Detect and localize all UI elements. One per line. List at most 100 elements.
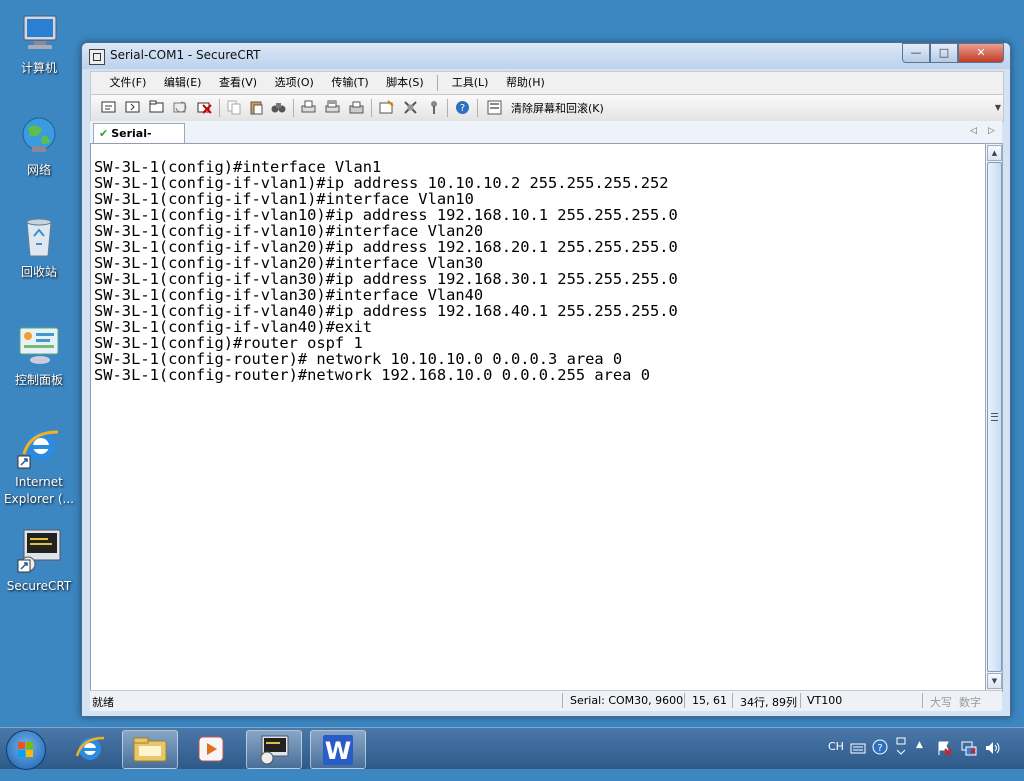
- disconnect-icon[interactable]: [197, 100, 212, 115]
- ime-settings-icon[interactable]: [894, 736, 908, 760]
- tray-language[interactable]: CH: [828, 740, 844, 781]
- clear-screen-icon[interactable]: [487, 100, 502, 115]
- taskbar-wps-button[interactable]: W: [310, 730, 366, 769]
- taskbar-ie-button[interactable]: [62, 730, 116, 767]
- toolbar-separator: [293, 99, 294, 117]
- global-options-icon[interactable]: [403, 100, 418, 115]
- title-bar[interactable]: Serial-COM1 - SecureCRT — □ ✕: [82, 43, 1010, 69]
- close-button[interactable]: ✕: [958, 43, 1004, 63]
- internet-explorer-icon: [75, 736, 105, 760]
- menu-options[interactable]: 选项(O): [268, 72, 321, 94]
- terminal-line: SW-3L-1(config-if-vlan40)#exit: [94, 318, 372, 336]
- desktop-icon-network[interactable]: 网络: [2, 112, 76, 179]
- terminal-line: SW-3L-1(config-if-vlan40)#ip address 192…: [94, 302, 678, 320]
- printer-icon[interactable]: [349, 100, 364, 115]
- scroll-down-arrow-icon[interactable]: ▼: [987, 673, 1002, 689]
- connect-icon[interactable]: [101, 100, 116, 115]
- paste-icon[interactable]: [249, 100, 264, 115]
- terminal-line: SW-3L-1(config)#router ospf 1: [94, 334, 363, 352]
- status-caps: 大写: [930, 696, 952, 709]
- minimize-button[interactable]: —: [902, 43, 930, 63]
- desktop-icon-computer[interactable]: 计算机: [2, 10, 76, 77]
- reconnect-icon[interactable]: [173, 100, 188, 115]
- menu-bar: 文件(F) 编辑(E) 查看(V) 选项(O) 传输(T) 脚本(S) 工具(L…: [90, 71, 1004, 95]
- status-size: 34行, 89列: [740, 696, 797, 709]
- status-separator: [732, 693, 733, 708]
- menu-help[interactable]: 帮助(H): [499, 72, 552, 94]
- keymap-icon[interactable]: [427, 100, 442, 115]
- status-bar: 就绪 Serial: COM30, 9600 15, 61 34行, 89列 V…: [90, 690, 1002, 711]
- toolbar-overflow-icon[interactable]: ▼: [995, 103, 1001, 112]
- volume-icon[interactable]: [984, 740, 1002, 756]
- desktop-icon-internet-explorer[interactable]: Internet Explorer (...: [2, 424, 76, 508]
- toolbar-separator: [371, 99, 372, 117]
- print-icon[interactable]: [301, 100, 316, 115]
- taskbar-securecrt-button[interactable]: [246, 730, 302, 769]
- desktop-icon-securecrt[interactable]: SecureCRT: [2, 528, 76, 595]
- desktop-icon-label: 控制面板: [14, 373, 63, 387]
- desktop-icon-label: Internet Explorer (...: [4, 475, 74, 506]
- desktop-icon-label: 计算机: [20, 61, 57, 75]
- connected-check-icon: ✔: [99, 127, 109, 140]
- menu-transfer[interactable]: 传输(T): [324, 72, 375, 94]
- terminal-line: SW-3L-1(config-if-vlan30)#interface Vlan…: [94, 286, 484, 304]
- status-emulation: VT100: [807, 694, 843, 707]
- maximize-button[interactable]: □: [930, 43, 958, 63]
- tab-row: ✔Serial-COM1 ◁ ▷: [90, 121, 1002, 159]
- quick-connect-icon[interactable]: [125, 100, 140, 115]
- securecrt-icon: [260, 735, 289, 765]
- svg-text:?: ?: [877, 743, 882, 754]
- svg-text:W: W: [325, 737, 351, 765]
- securecrt-icon: [16, 528, 62, 574]
- media-player-icon: [198, 736, 224, 762]
- menu-view[interactable]: 查看(V): [212, 72, 264, 94]
- tab-scroll-left-icon[interactable]: ◁: [970, 126, 977, 136]
- internet-explorer-icon: [16, 424, 62, 470]
- network-status-icon[interactable]: [960, 739, 978, 757]
- menu-edit[interactable]: 编辑(E): [157, 72, 209, 94]
- scroll-up-arrow-icon[interactable]: ▲: [987, 145, 1002, 161]
- print-selection-icon[interactable]: [325, 100, 340, 115]
- terminal-line: SW-3L-1(config-if-vlan30)#ip address 192…: [94, 270, 678, 288]
- status-num: 数字: [959, 696, 981, 709]
- menu-file[interactable]: 文件(F): [103, 72, 154, 94]
- clear-screen-label[interactable]: 清除屏幕和回滚(K): [511, 100, 604, 116]
- control-panel-icon: [16, 322, 62, 368]
- copy-icon[interactable]: [227, 100, 242, 115]
- start-orb-icon[interactable]: [6, 730, 46, 770]
- file-explorer-icon: [133, 737, 167, 762]
- desktop-icon-label: 网络: [26, 163, 51, 177]
- taskbar-explorer-button[interactable]: [122, 730, 178, 769]
- scroll-thumb[interactable]: [987, 162, 1002, 672]
- taskbar-media-player-button[interactable]: [184, 730, 238, 767]
- menu-script[interactable]: 脚本(S): [379, 72, 431, 94]
- tab-serial-com1[interactable]: ✔Serial-COM1: [93, 123, 185, 159]
- help-icon[interactable]: ?: [455, 100, 470, 115]
- desktop-icon-recycle-bin[interactable]: 回收站: [2, 214, 76, 281]
- desktop-icon-label: SecureCRT: [6, 579, 72, 593]
- action-center-flag-icon[interactable]: [936, 740, 952, 756]
- tab-scroll-right-icon[interactable]: ▷: [988, 126, 995, 136]
- session-options-icon[interactable]: [379, 100, 394, 115]
- keyboard-icon[interactable]: [850, 741, 866, 755]
- desktop-icon-control-panel[interactable]: 控制面板: [2, 322, 76, 389]
- show-hidden-icons-icon[interactable]: ▲: [916, 740, 923, 781]
- connect-tab-icon[interactable]: [149, 100, 164, 115]
- help-circle-icon[interactable]: ?: [872, 739, 888, 755]
- terminal-line: SW-3L-1(config-if-vlan20)#ip address 192…: [94, 238, 678, 256]
- securecrt-window: Serial-COM1 - SecureCRT — □ ✕ 文件(F) 编辑(E…: [81, 42, 1011, 717]
- menu-separator: [437, 75, 439, 91]
- menu-tools[interactable]: 工具(L): [445, 72, 496, 94]
- terminal-area[interactable]: SW-3L-1(config)#interface Vlan1 SW-3L-1(c…: [90, 143, 986, 691]
- wps-writer-icon: W: [323, 735, 353, 765]
- app-window-icon[interactable]: [89, 49, 105, 65]
- find-icon[interactable]: [271, 100, 286, 115]
- terminal-line: SW-3L-1(config-router)#network 192.168.1…: [94, 366, 650, 384]
- terminal-line: SW-3L-1(config-if-vlan10)#interface Vlan…: [94, 222, 484, 240]
- status-separator: [684, 693, 685, 708]
- vertical-scrollbar[interactable]: ▲ ▼: [985, 143, 1003, 692]
- toolbar-separator: [477, 99, 478, 117]
- window-title: Serial-COM1 - SecureCRT: [110, 48, 261, 62]
- scroll-grip-icon: [991, 413, 998, 421]
- computer-icon: [16, 10, 62, 56]
